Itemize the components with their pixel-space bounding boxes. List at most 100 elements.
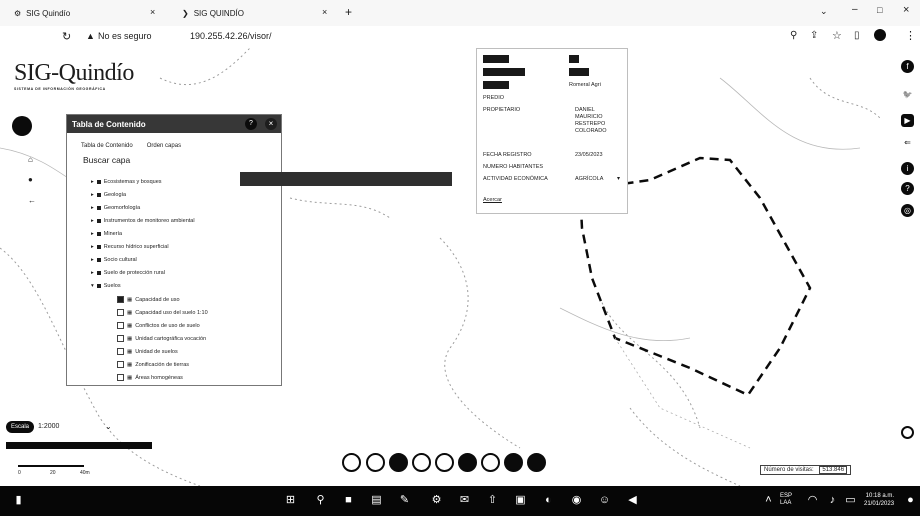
tree-group[interactable]: ▸ Recurso hídrico superficial bbox=[91, 242, 169, 251]
measure-tool[interactable] bbox=[389, 453, 408, 472]
reload-icon[interactable]: ↻ bbox=[62, 30, 71, 43]
select-tool[interactable] bbox=[435, 453, 454, 472]
chevron-down-icon[interactable]: ⌄ bbox=[105, 422, 112, 431]
expand-icon[interactable]: ▸ bbox=[91, 205, 94, 211]
url-field[interactable]: 190.255.42.26/visor/ bbox=[190, 31, 272, 41]
fullscreen-icon[interactable] bbox=[901, 426, 914, 439]
tab-layer-order[interactable]: Orden capas bbox=[147, 143, 181, 149]
expand-icon[interactable]: ▸ bbox=[91, 179, 94, 185]
collapse-icon[interactable]: ▾ bbox=[91, 283, 94, 289]
layers-toggle-button[interactable] bbox=[12, 116, 32, 136]
layer-checkbox[interactable] bbox=[117, 374, 124, 381]
pan-tool[interactable] bbox=[366, 453, 385, 472]
facebook-icon[interactable]: f bbox=[901, 60, 914, 73]
wifi-icon[interactable]: ◠ bbox=[806, 494, 819, 507]
expand-icon[interactable]: ▸ bbox=[91, 231, 94, 237]
identify-tool[interactable] bbox=[412, 453, 431, 472]
browser-tab-2[interactable]: ❯ SIG QUINDÍO bbox=[182, 3, 244, 23]
tree-group[interactable]: ▸ Geomorfología bbox=[91, 203, 140, 212]
calendar-icon[interactable]: ▣ bbox=[514, 494, 527, 507]
tree-layer[interactable]: ▦ Unidad cartográfica vocación bbox=[117, 334, 206, 343]
mail-icon[interactable]: ✉ bbox=[458, 494, 471, 507]
share-location-icon[interactable]: ⇐ bbox=[901, 136, 914, 149]
clock[interactable]: 10:18 a.m. 21/01/2023 bbox=[864, 492, 894, 508]
browser-menu-icon[interactable]: ⋮ bbox=[905, 29, 916, 42]
expand-icon[interactable]: ▸ bbox=[91, 257, 94, 263]
start-widgets-icon[interactable]: ▮ bbox=[12, 494, 25, 507]
draw-tool[interactable] bbox=[481, 453, 500, 472]
close-tab-icon[interactable]: × bbox=[150, 7, 155, 17]
battery-icon[interactable]: ▭ bbox=[844, 494, 857, 507]
windows-start-icon[interactable]: ⊞ bbox=[284, 494, 297, 507]
home-icon[interactable]: ⌂ bbox=[28, 155, 33, 164]
notification-icon[interactable]: ● bbox=[904, 494, 917, 507]
browser-tab-1[interactable]: ⚙ SIG Quindío bbox=[14, 3, 70, 23]
maximize-icon[interactable]: □ bbox=[877, 5, 882, 15]
window-close-icon[interactable]: × bbox=[903, 4, 909, 16]
share-icon[interactable]: ⇪ bbox=[810, 30, 818, 41]
floating-window-header[interactable] bbox=[240, 172, 452, 186]
tree-layer[interactable]: ▦ Unidad de suelos bbox=[117, 347, 178, 356]
bookmark-star-icon[interactable]: ☆ bbox=[832, 29, 842, 42]
file-explorer-icon[interactable]: ▤ bbox=[370, 494, 383, 507]
settings-tool[interactable] bbox=[527, 453, 546, 472]
layer-checkbox[interactable] bbox=[117, 309, 124, 316]
tree-group[interactable]: ▸ Suelo de protección rural bbox=[91, 268, 165, 277]
twitter-icon[interactable]: 🐦 bbox=[901, 88, 914, 101]
zoom-in-icon[interactable]: ● bbox=[28, 175, 33, 184]
layer-checkbox[interactable] bbox=[117, 348, 124, 355]
minimize-icon[interactable]: – bbox=[852, 4, 858, 15]
search-icon[interactable]: ⚲ bbox=[314, 494, 327, 507]
new-tab-icon[interactable]: + bbox=[345, 5, 352, 19]
zoom-to-link[interactable]: Acercar bbox=[483, 197, 502, 203]
chrome-icon[interactable]: ◉ bbox=[570, 494, 583, 507]
tree-layer[interactable]: ▦ Conflictos de uso de suelo bbox=[117, 321, 200, 330]
sidebar-icon[interactable]: ▯ bbox=[854, 30, 860, 41]
layer-checkbox[interactable] bbox=[117, 361, 124, 368]
tree-group[interactable]: ▸ Geología bbox=[91, 190, 126, 199]
zoom-out-tool[interactable] bbox=[342, 453, 361, 472]
tree-group[interactable]: ▸ Ecosistemas y bosques bbox=[91, 177, 162, 186]
tab-search-icon[interactable]: ⌄ bbox=[820, 6, 828, 17]
expand-icon[interactable]: ▸ bbox=[91, 244, 94, 250]
print-tool[interactable] bbox=[458, 453, 477, 472]
tree-group[interactable]: ▸ Socio cultural bbox=[91, 255, 137, 264]
tree-layer[interactable]: ▦ Capacidad uso del suelo 1:10 bbox=[117, 308, 208, 317]
security-warning[interactable]: No es seguro bbox=[98, 31, 152, 41]
expand-icon[interactable]: ▸ bbox=[91, 218, 94, 224]
close-tab-icon[interactable]: × bbox=[322, 7, 327, 17]
youtube-icon[interactable]: ▶ bbox=[901, 114, 914, 127]
help-icon[interactable]: ? bbox=[245, 118, 257, 130]
settings-icon[interactable]: ⚙ bbox=[430, 494, 443, 507]
info-icon[interactable]: i bbox=[901, 162, 914, 175]
edge-icon[interactable]: ◐ bbox=[542, 494, 555, 507]
layer-search-label[interactable]: Buscar capa bbox=[67, 149, 281, 167]
dropdown-icon[interactable]: ▾ bbox=[617, 175, 620, 182]
expand-icon[interactable]: ▸ bbox=[91, 270, 94, 276]
volume-icon[interactable]: ◀ bbox=[626, 494, 639, 507]
language-indicator[interactable]: ESP LAA bbox=[780, 493, 792, 507]
tree-group[interactable]: ▸ Instrumentos de monitoreo ambiental bbox=[91, 216, 195, 225]
speaker-icon[interactable]: ♪ bbox=[826, 494, 839, 507]
back-arrow-icon[interactable]: ← bbox=[28, 196, 36, 205]
scale-value[interactable]: 1:2000 bbox=[38, 423, 59, 430]
layer-checkbox[interactable] bbox=[117, 296, 124, 303]
search-icon[interactable]: ⚲ bbox=[790, 30, 797, 41]
tree-layer[interactable]: ▦ Capacidad de uso bbox=[117, 295, 180, 304]
locate-icon[interactable]: ◎ bbox=[901, 204, 914, 217]
expand-icon[interactable]: ▸ bbox=[91, 192, 94, 198]
task-view-icon[interactable]: ■ bbox=[342, 494, 355, 507]
pin-icon[interactable]: ✎ bbox=[398, 494, 411, 507]
profile-avatar[interactable] bbox=[874, 29, 886, 41]
tree-layer[interactable]: ▦ Zonificación de tierras bbox=[117, 360, 189, 369]
export-tool[interactable] bbox=[504, 453, 523, 472]
tree-group[interactable]: ▾ Suelos bbox=[91, 281, 121, 290]
help-icon[interactable]: ? bbox=[901, 182, 914, 195]
layer-checkbox[interactable] bbox=[117, 335, 124, 342]
tray-chevron-icon[interactable]: ˄ bbox=[762, 494, 775, 507]
layer-checkbox[interactable] bbox=[117, 322, 124, 329]
tree-layer[interactable]: ▦ Áreas homogéneas bbox=[117, 373, 183, 382]
tree-group[interactable]: ▸ Minería bbox=[91, 229, 122, 238]
store-icon[interactable]: ⇧ bbox=[486, 494, 499, 507]
app-icon[interactable]: ☺ bbox=[598, 494, 611, 507]
